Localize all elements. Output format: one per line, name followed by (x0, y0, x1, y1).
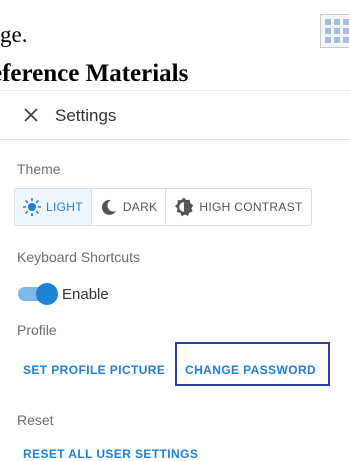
close-button[interactable] (22, 106, 40, 124)
moon-icon (101, 199, 116, 215)
theme-selector: LIGHT DARK HIGH CONTRAST (14, 188, 312, 226)
toggle-enable-label: Enable (62, 286, 109, 303)
theme-label: Theme (17, 161, 61, 177)
theme-light-label: LIGHT (46, 200, 83, 214)
profile-label: Profile (17, 322, 57, 338)
settings-header: Settings (0, 91, 349, 140)
settings-panel: Settings Theme LIGHT DARK HIGH CONTRAST … (0, 90, 349, 461)
theme-high-contrast-button[interactable]: HIGH CONTRAST (166, 189, 311, 225)
sun-icon (23, 198, 41, 216)
theme-high-contrast-label: HIGH CONTRAST (199, 200, 303, 214)
theme-dark-button[interactable]: DARK (91, 189, 167, 225)
set-profile-picture-button[interactable]: SET PROFILE PICTURE (23, 363, 165, 377)
keyboard-shortcuts-toggle[interactable] (18, 283, 58, 305)
page-title: Settings (55, 106, 117, 125)
change-password-button[interactable]: CHANGE PASSWORD (185, 363, 316, 377)
close-icon (24, 108, 38, 122)
grid-view-icon[interactable] (320, 14, 349, 48)
reset-all-settings-button[interactable]: RESET ALL USER SETTINGS (23, 447, 198, 461)
toggle-knob (36, 283, 58, 305)
background-text-line: ge. (0, 22, 28, 47)
background-heading: eference Materials (0, 60, 189, 87)
reset-label: Reset (17, 412, 54, 428)
contrast-icon (175, 197, 194, 217)
keyboard-shortcuts-label: Keyboard Shortcuts (17, 249, 140, 265)
theme-dark-label: DARK (122, 200, 158, 214)
theme-light-button[interactable]: LIGHT (15, 189, 92, 225)
background-document: ge. eference Materials (0, 0, 349, 90)
